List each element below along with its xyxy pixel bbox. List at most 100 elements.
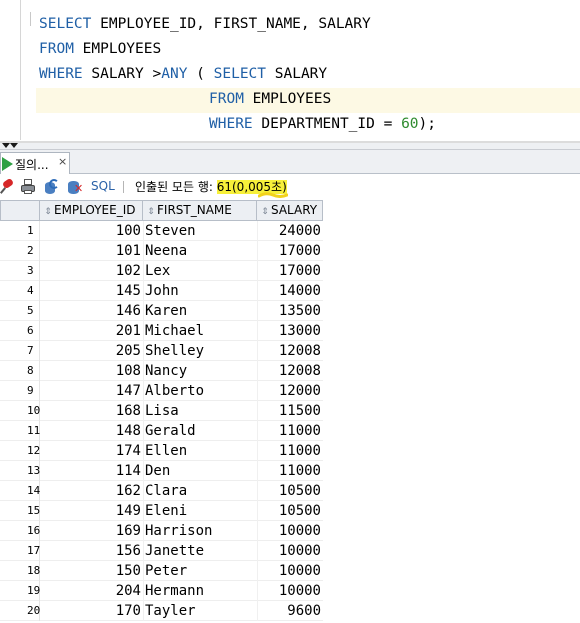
salary-cell[interactable]: 17000 (257, 241, 323, 261)
salary-cell[interactable]: 10000 (257, 581, 323, 601)
employee-id-cell[interactable]: 150 (40, 561, 143, 581)
salary-cell[interactable]: 11000 (257, 421, 323, 441)
salary-cell[interactable]: 13500 (257, 301, 323, 321)
row-number-cell[interactable]: 10 (0, 401, 40, 421)
sql-button[interactable]: SQL (91, 179, 115, 193)
salary-cell[interactable]: 9600 (257, 601, 323, 621)
first-name-cell[interactable]: Janette (143, 541, 257, 561)
first-name-cell[interactable]: Eleni (143, 501, 257, 521)
table-row[interactable]: 8 108 Nancy 12008 (0, 361, 323, 381)
table-row[interactable]: 15 149 Eleni 10500 (0, 501, 323, 521)
row-number-cell[interactable]: 4 (0, 281, 40, 301)
salary-cell[interactable]: 10500 (257, 481, 323, 501)
table-row[interactable]: 14 162 Clara 10500 (0, 481, 323, 501)
first-name-cell[interactable]: Lex (143, 261, 257, 281)
first-name-cell[interactable]: Nancy (143, 361, 257, 381)
table-row[interactable]: 20 170 Tayler 9600 (0, 601, 323, 621)
employee-id-cell[interactable]: 169 (40, 521, 143, 541)
row-number-cell[interactable]: 7 (0, 341, 40, 361)
first-name-cell[interactable]: John (143, 281, 257, 301)
employee-id-cell[interactable]: 108 (40, 361, 143, 381)
salary-cell[interactable]: 10000 (257, 521, 323, 541)
table-row[interactable]: 6 201 Michael 13000 (0, 321, 323, 341)
table-row[interactable]: 3 102 Lex 17000 (0, 261, 323, 281)
sort-icon[interactable]: ⇕ (146, 203, 156, 222)
print-icon[interactable] (20, 179, 36, 195)
table-row[interactable]: 4 145 John 14000 (0, 281, 323, 301)
first-name-cell[interactable]: Michael (143, 321, 257, 341)
first-name-cell[interactable]: Lisa (143, 401, 257, 421)
first-name-cell[interactable]: Steven (143, 221, 257, 241)
employee-id-cell[interactable]: 174 (40, 441, 143, 461)
salary-cell[interactable]: 12000 (257, 381, 323, 401)
row-number-cell[interactable]: 6 (0, 321, 40, 341)
column-header-first-name[interactable]: ⇕ FIRST_NAME (143, 200, 257, 221)
row-number-cell[interactable]: 2 (0, 241, 40, 261)
first-name-cell[interactable]: Harrison (143, 521, 257, 541)
row-number-cell[interactable]: 15 (0, 501, 40, 521)
employee-id-cell[interactable]: 162 (40, 481, 143, 501)
row-number-cell[interactable]: 11 (0, 421, 40, 441)
salary-cell[interactable]: 14000 (257, 281, 323, 301)
first-name-cell[interactable]: Hermann (143, 581, 257, 601)
table-row[interactable]: 16 169 Harrison 10000 (0, 521, 323, 541)
tab-query-result[interactable]: 질의... × (0, 152, 70, 174)
employee-id-cell[interactable]: 148 (40, 421, 143, 441)
first-name-cell[interactable]: Gerald (143, 421, 257, 441)
row-number-cell[interactable]: 19 (0, 581, 40, 601)
row-number-cell[interactable]: 18 (0, 561, 40, 581)
table-row[interactable]: 5 146 Karen 13500 (0, 301, 323, 321)
row-number-cell[interactable]: 5 (0, 301, 40, 321)
table-row[interactable]: 10 168 Lisa 11500 (0, 401, 323, 421)
employee-id-cell[interactable]: 147 (40, 381, 143, 401)
table-row[interactable]: 13 114 Den 11000 (0, 461, 323, 481)
salary-cell[interactable]: 10000 (257, 561, 323, 581)
first-name-cell[interactable]: Alberto (143, 381, 257, 401)
salary-cell[interactable]: 13000 (257, 321, 323, 341)
close-icon[interactable]: × (58, 155, 67, 168)
row-number-cell[interactable]: 12 (0, 441, 40, 461)
employee-id-cell[interactable]: 114 (40, 461, 143, 481)
first-name-cell[interactable]: Den (143, 461, 257, 481)
table-row[interactable]: 12 174 Ellen 11000 (0, 441, 323, 461)
result-grid[interactable]: ⇕ EMPLOYEE_ID ⇕ FIRST_NAME ⇕ SALARY 1 100 Ste… (0, 200, 580, 623)
employee-id-cell[interactable]: 205 (40, 341, 143, 361)
first-name-cell[interactable]: Peter (143, 561, 257, 581)
table-row[interactable]: 1 100 Steven 24000 (0, 221, 323, 241)
sql-editor[interactable]: SELECT EMPLOYEE_ID, FIRST_NAME, SALARY F… (0, 0, 580, 143)
delete-icon[interactable]: ✕ (67, 179, 83, 195)
row-number-cell[interactable]: 9 (0, 381, 40, 401)
first-name-cell[interactable]: Shelley (143, 341, 257, 361)
employee-id-cell[interactable]: 149 (40, 501, 143, 521)
panel-splitter[interactable] (0, 143, 580, 150)
salary-cell[interactable]: 10000 (257, 541, 323, 561)
salary-cell[interactable]: 12008 (257, 361, 323, 381)
first-name-cell[interactable]: Karen (143, 301, 257, 321)
first-name-cell[interactable]: Neena (143, 241, 257, 261)
salary-cell[interactable]: 11000 (257, 461, 323, 481)
employee-id-cell[interactable]: 168 (40, 401, 143, 421)
table-row[interactable]: 11 148 Gerald 11000 (0, 421, 323, 441)
table-row[interactable]: 2 101 Neena 17000 (0, 241, 323, 261)
row-number-cell[interactable]: 13 (0, 461, 40, 481)
row-number-cell[interactable]: 14 (0, 481, 40, 501)
row-number-cell[interactable]: 8 (0, 361, 40, 381)
salary-cell[interactable]: 11000 (257, 441, 323, 461)
first-name-cell[interactable]: Tayler (143, 601, 257, 621)
salary-cell[interactable]: 24000 (257, 221, 323, 241)
salary-cell[interactable]: 12008 (257, 341, 323, 361)
employee-id-cell[interactable]: 100 (40, 221, 143, 241)
collapse-arrow-icon[interactable] (10, 143, 18, 148)
employee-id-cell[interactable]: 204 (40, 581, 143, 601)
first-name-cell[interactable]: Ellen (143, 441, 257, 461)
row-number-cell[interactable]: 17 (0, 541, 40, 561)
table-row[interactable]: 18 150 Peter 10000 (0, 561, 323, 581)
salary-cell[interactable]: 17000 (257, 261, 323, 281)
salary-cell[interactable]: 11500 (257, 401, 323, 421)
refresh-icon[interactable] (43, 179, 59, 195)
row-number-cell[interactable]: 1 (0, 221, 40, 241)
pin-icon[interactable] (0, 177, 16, 195)
column-header-employee-id[interactable]: ⇕ EMPLOYEE_ID (40, 200, 143, 221)
column-header-salary[interactable]: ⇕ SALARY (257, 200, 323, 221)
first-name-cell[interactable]: Clara (143, 481, 257, 501)
